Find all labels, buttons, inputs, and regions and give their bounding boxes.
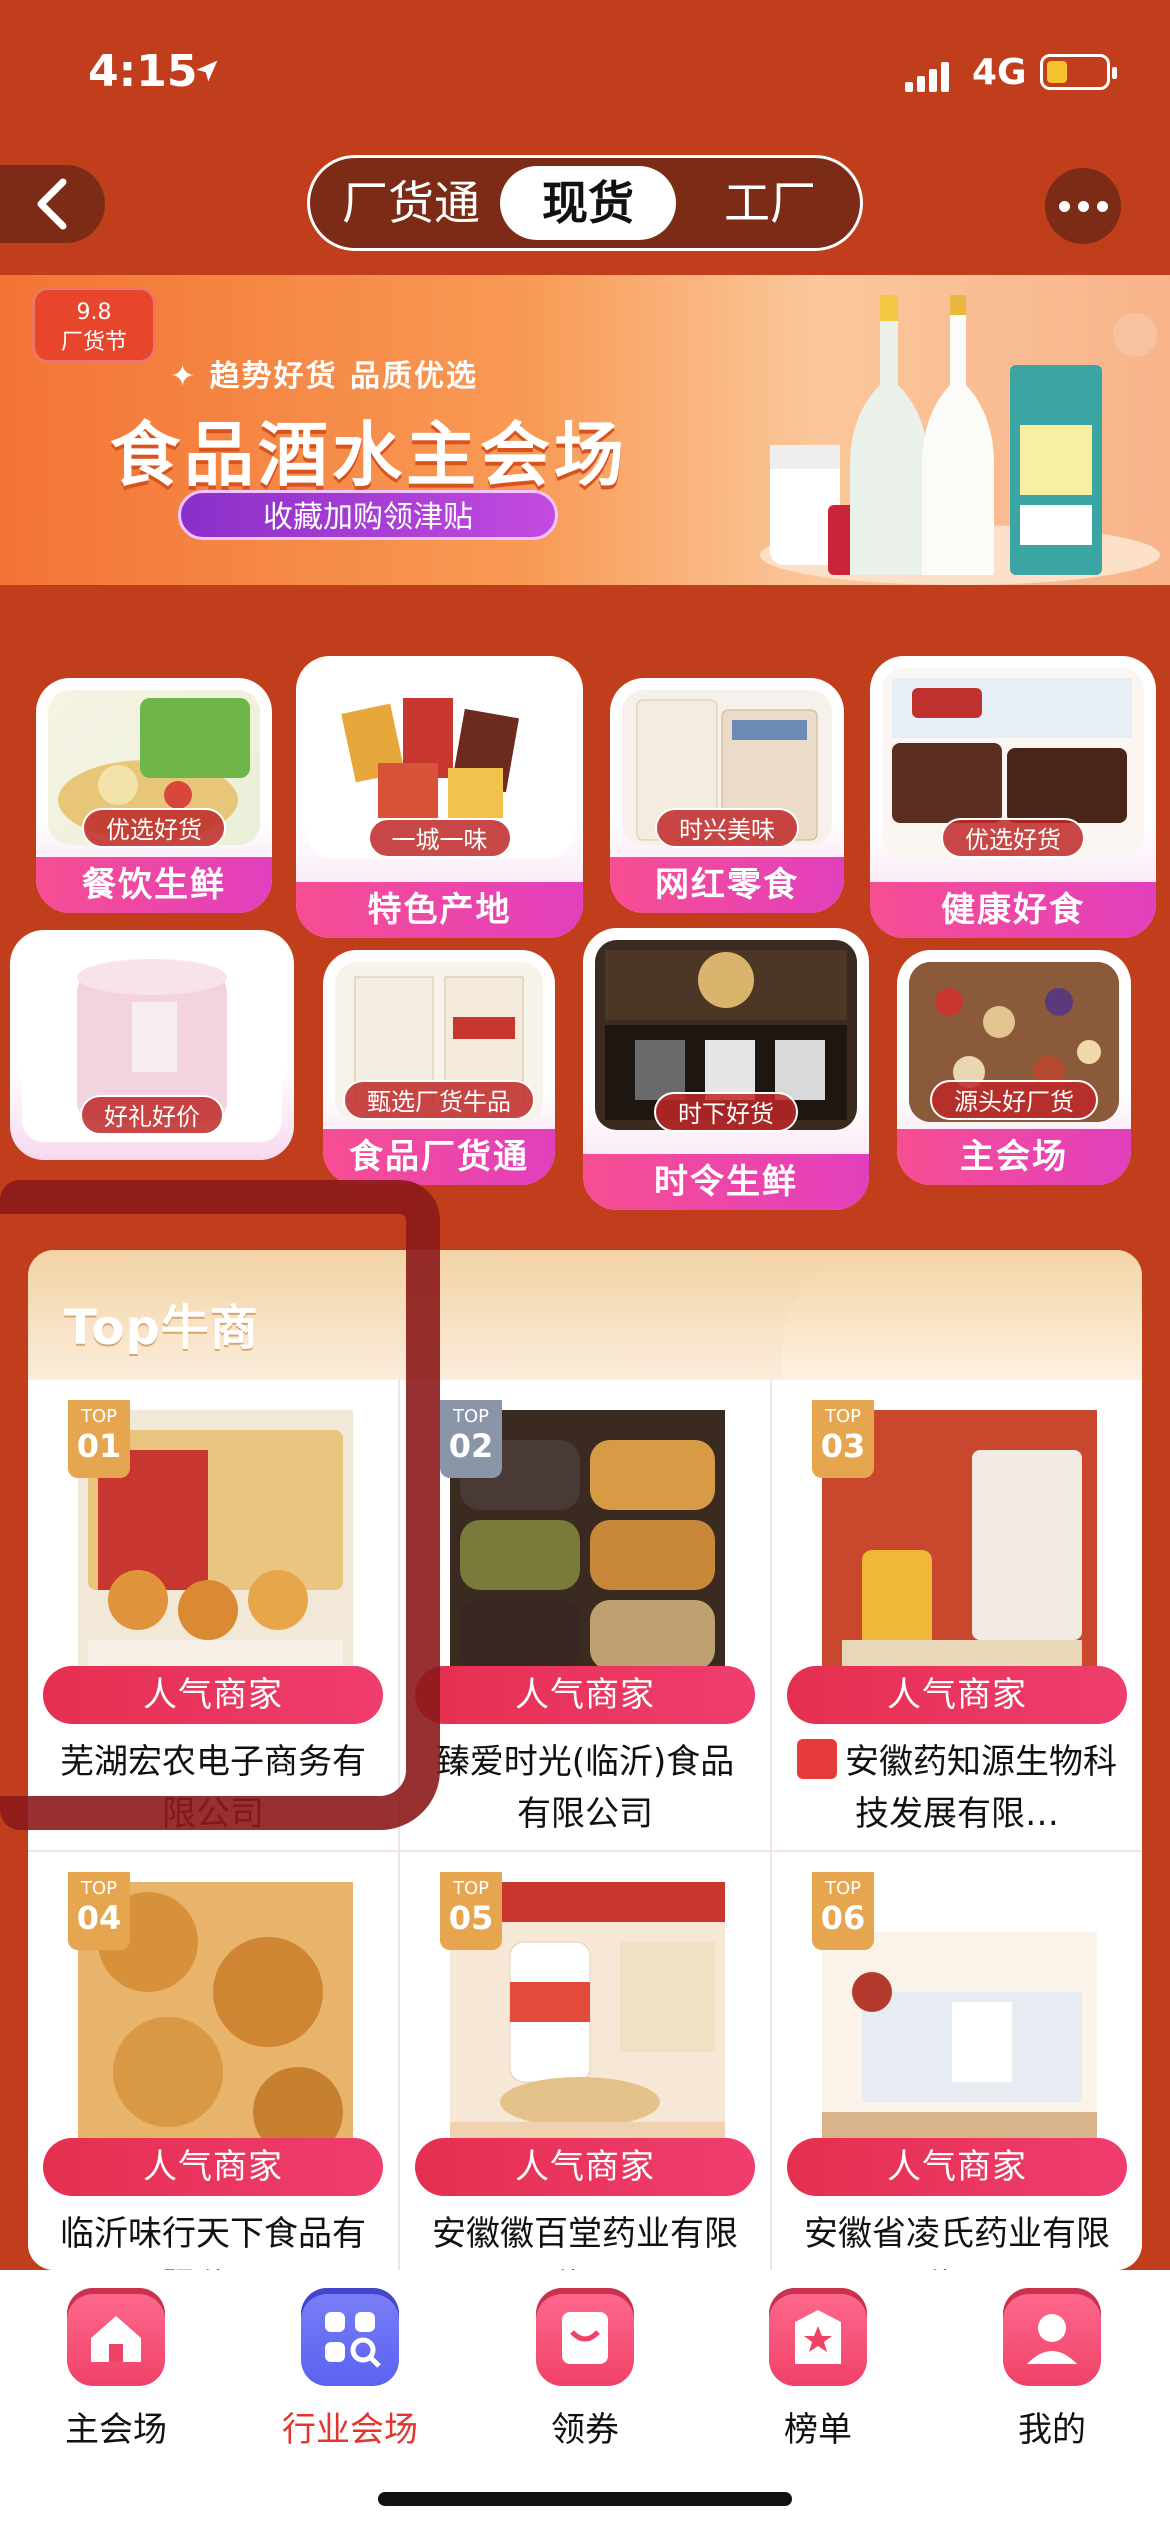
profile-icon (1003, 2288, 1101, 2386)
category-tag: 优选好货 (941, 818, 1085, 858)
merchant-name: 臻爱时光(临沂)食品有限公司 (435, 1742, 735, 1834)
merchant-card[interactable]: TOP 02 人气商家 臻爱时光(临沂)食品有限公司 (400, 1380, 770, 1850)
category-label: 餐饮生鲜 (36, 857, 272, 913)
banner-subtitle: ✦ 趋势好货 品质优选 (170, 359, 479, 394)
section-title: Top牛商 (64, 1300, 259, 1356)
banner-cta-button[interactable]: 收藏加购领津贴 (178, 490, 558, 540)
tab-in-stock[interactable]: 现货 (500, 166, 676, 240)
segment-control: 厂货通 现货 工厂 (307, 155, 863, 251)
merchant-name: 安徽省凌氏药业有限公司 (804, 2214, 1110, 2270)
category-internet-snacks[interactable]: 时兴美味 网红零食 (610, 678, 844, 913)
category-tag: 源头好厂货 (930, 1080, 1098, 1120)
category-tag: 一城一味 (367, 818, 512, 858)
coupon-icon (536, 2288, 634, 2386)
location-arrow-icon (196, 60, 218, 82)
banner-title: 食品酒水主会场 (110, 414, 628, 496)
home-icon (67, 2288, 165, 2386)
merchant-name: 安徽药知源生物科技发展有限… (792, 1736, 1122, 1840)
rank-badge: TOP 04 (68, 1872, 130, 1950)
home-indicator[interactable] (378, 2492, 792, 2506)
category-label: 食品厂货通 (323, 1129, 555, 1185)
tab-label: 主会场 (65, 2410, 167, 2450)
chevron-left-icon (37, 178, 66, 230)
category-main-venue[interactable]: 源头好厂货 主会场 (897, 950, 1131, 1185)
tab-industry-venue[interactable]: 行业会场 (250, 2288, 450, 2451)
popular-merchant-badge: 人气商家 (43, 1666, 383, 1724)
tab-profile[interactable]: 我的 (952, 2288, 1152, 2451)
tab-coupons[interactable]: 领券 (485, 2288, 685, 2451)
tab-factory-goods[interactable]: 厂货通 (318, 166, 504, 240)
category-tag: 好礼好价 (80, 1095, 224, 1135)
rank-badge: TOP 02 (440, 1400, 502, 1478)
category-tag: 时下好货 (654, 1092, 798, 1132)
ranking-icon (769, 2288, 867, 2386)
merchant-card[interactable]: TOP05 人气商家 安徽徽百堂药业有限公司 (400, 1852, 770, 2270)
more-menu-button[interactable] (1045, 168, 1121, 244)
merchant-name: 芜湖宏农电子商务有限公司 (60, 1742, 366, 1834)
rank-badge: TOP 03 (812, 1400, 874, 1478)
promo-banner[interactable]: 9.8 厂货节 ✦ 趋势好货 品质优选 食品酒水主会场 收藏加购领津贴 (0, 275, 1170, 585)
merchant-name: 安徽徽百堂药业有限公司 (432, 2214, 738, 2270)
category-catering-fresh[interactable]: 优选好货 餐饮生鲜 (36, 678, 272, 913)
merchant-card[interactable]: TOP06 人气商家 安徽省凌氏药业有限公司 (772, 1852, 1142, 2270)
category-tag: 时兴美味 (655, 808, 799, 848)
merchant-name: 临沂味行天下食品有限公司 (60, 2214, 366, 2270)
popular-merchant-badge: 人气商家 (415, 1666, 755, 1724)
shop-logo-icon (797, 1739, 837, 1779)
category-label: 健康好食 (870, 882, 1156, 938)
tab-factory[interactable]: 工厂 (685, 166, 855, 240)
rank-badge: TOP 01 (68, 1400, 130, 1478)
category-tag: 甄选厂货牛品 (343, 1080, 535, 1120)
popular-merchant-badge: 人气商家 (415, 2138, 755, 2196)
top-merchants-header: Top牛商 (28, 1250, 1142, 1380)
category-healthy-food[interactable]: 优选好货 健康好食 (870, 656, 1156, 938)
battery-icon (1040, 54, 1117, 90)
clock: 4:15 (88, 46, 198, 97)
top-merchants-panel: Top牛商 TOP 01 人气商家 芜湖宏农电子商务有限公司 TOP 02 人气商家… (28, 1250, 1142, 2270)
popular-merchant-badge: 人气商家 (43, 2138, 383, 2196)
merchant-card[interactable]: TOP 01 人气商家 芜湖宏农电子商务有限公司 (28, 1380, 398, 1850)
category-label: 时令生鲜 (583, 1154, 869, 1210)
category-seasonal-fresh[interactable]: 时下好货 时令生鲜 (583, 928, 869, 1210)
back-button[interactable] (0, 165, 105, 243)
popular-merchant-badge: 人气商家 (787, 2138, 1127, 2196)
cellular-signal-icon (905, 62, 949, 92)
tab-rankings[interactable]: 榜单 (718, 2288, 918, 2451)
category-label: 主会场 (897, 1129, 1131, 1185)
tab-label: 我的 (1018, 2410, 1086, 2450)
beverage-products-image (760, 295, 1160, 585)
merchant-card[interactable]: TOP 03 人气商家 安徽药知源生物科技发展有限… (772, 1380, 1142, 1850)
category-regional-specialty[interactable]: 一城一味 特色产地 (296, 656, 583, 938)
merchant-card[interactable]: TOP04 人气商家 临沂味行天下食品有限公司 (28, 1852, 398, 2270)
tab-label: 榜单 (784, 2410, 852, 2450)
tab-main-venue[interactable]: 主会场 (16, 2288, 216, 2451)
status-bar: 4:15 4G (0, 0, 1170, 150)
category-label: 网红零食 (610, 857, 844, 913)
rank-badge: TOP 06 (812, 1872, 874, 1950)
category-tag: 优选好货 (82, 808, 226, 848)
tab-label: 行业会场 (282, 2410, 418, 2450)
popular-merchant-badge: 人气商家 (787, 1666, 1127, 1724)
rank-badge: TOP 05 (440, 1872, 502, 1950)
tab-label: 领券 (551, 2410, 619, 2450)
network-type: 4G (972, 52, 1027, 93)
festival-badge: 9.8 厂货节 (32, 287, 156, 363)
category-gift-deals[interactable]: 好礼好价 (10, 930, 294, 1160)
more-dots-icon (1058, 200, 1070, 212)
category-label: 特色产地 (296, 882, 583, 938)
grid-icon (301, 2288, 399, 2386)
category-food-factory[interactable]: 甄选厂货牛品 食品厂货通 (323, 950, 555, 1185)
